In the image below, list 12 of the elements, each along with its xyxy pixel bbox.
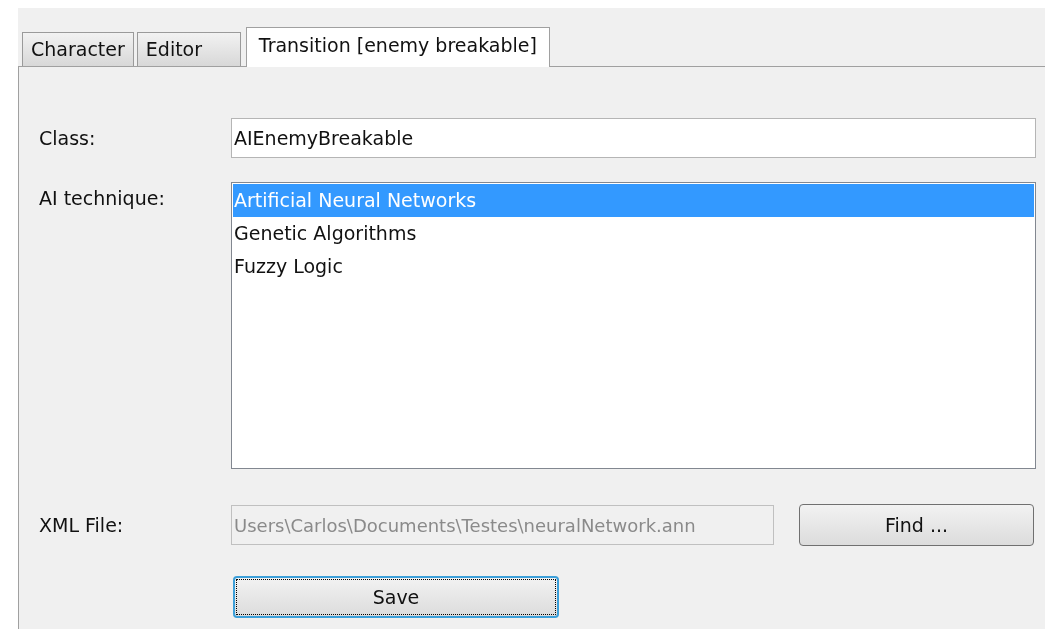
find-button[interactable]: Find ...	[799, 504, 1034, 546]
tab[interactable]: Editor	[136, 32, 241, 66]
tab[interactable]: Character	[22, 32, 134, 66]
input-field[interactable]: AIEnemyBreakable	[231, 118, 1036, 158]
field-label: AI technique:	[39, 186, 166, 211]
field-label: Class:	[39, 125, 97, 151]
list-box[interactable]: Artificial Neural Networks Genetic Algorithms Fuzzy Logic	[231, 182, 1036, 469]
field-label: XML File:	[39, 512, 125, 538]
tab[interactable]: Transition [enemy breakable]	[245, 27, 550, 67]
list-item[interactable]: Genetic Algorithms	[233, 217, 1034, 250]
list-item[interactable]: Fuzzy Logic	[233, 250, 1034, 283]
save-button[interactable]: Save	[233, 576, 559, 618]
